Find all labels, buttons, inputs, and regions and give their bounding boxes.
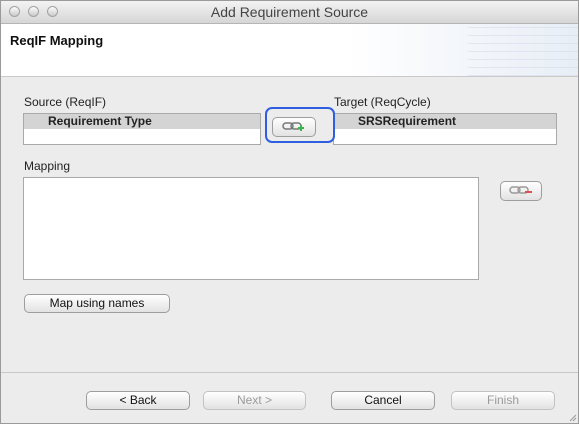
window-title: Add Requirement Source [210,4,369,20]
add-mapping-button[interactable] [272,117,316,137]
mapping-label: Mapping [24,159,71,173]
target-type-list[interactable]: SRSRequirement [333,113,557,145]
source-label: Source (ReqIF) [24,95,107,109]
target-list-item[interactable]: SRSRequirement [334,114,556,129]
map-using-names-button[interactable]: Map using names [24,294,170,313]
page-title: ReqIF Mapping [10,33,104,48]
next-button[interactable]: Next > [203,391,306,410]
remove-mapping-button[interactable] [500,181,542,201]
target-label: Target (ReqCycle) [334,95,431,109]
title-bar: Add Requirement Source [1,1,578,24]
finish-button[interactable]: Finish [451,391,555,410]
footer-separator [1,372,578,373]
source-type-list[interactable]: Requirement Type [23,113,261,145]
back-button[interactable]: < Back [86,391,190,410]
header-banner: ReqIF Mapping [1,24,578,77]
link-add-icon [281,120,307,132]
banner-decoration [468,24,578,76]
source-list-item[interactable]: Requirement Type [24,114,260,129]
resize-grip-icon[interactable] [567,412,577,422]
link-remove-icon [508,184,534,196]
mapping-list[interactable] [23,177,479,280]
cancel-button[interactable]: Cancel [331,391,435,410]
dialog-window: Add Requirement Source ReqIF Mapping Sou… [0,0,579,424]
